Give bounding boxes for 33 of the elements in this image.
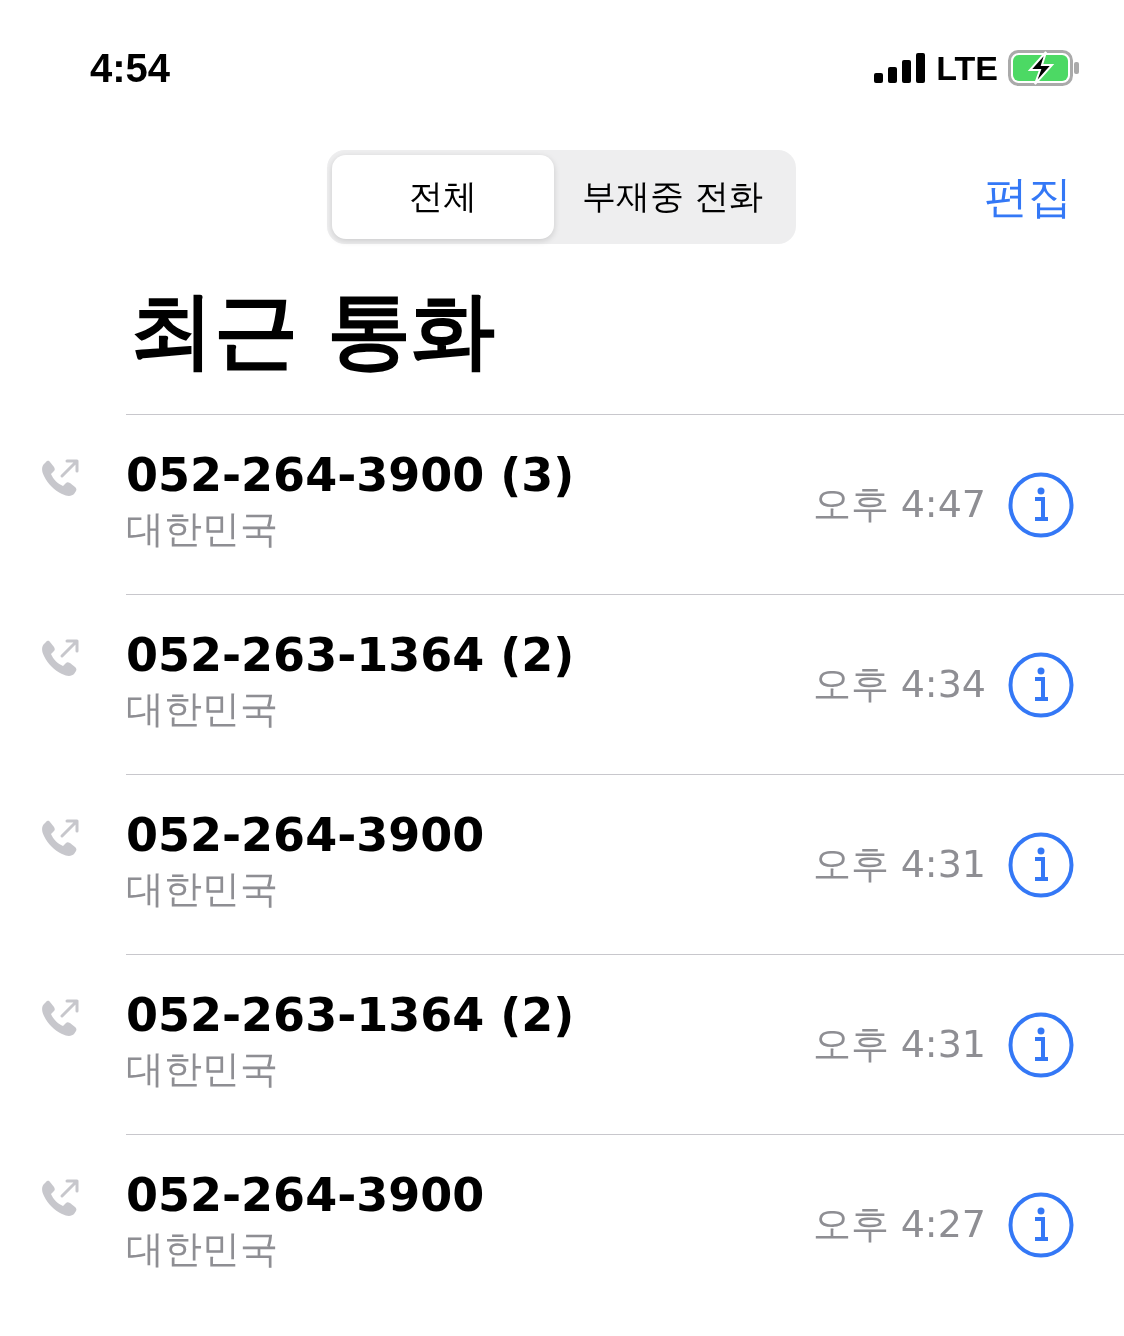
info-icon[interactable] [1008, 651, 1074, 718]
call-time: 오후 4:47 [812, 481, 986, 528]
caller-number: 052-264-3900 [126, 808, 486, 862]
outgoing-call-icon [40, 1178, 82, 1218]
status-time: 4:54 [90, 45, 171, 91]
edit-button[interactable]: 편집 [984, 167, 1072, 227]
outgoing-call-icon [40, 458, 82, 498]
call-time: 오후 4:31 [812, 1021, 986, 1068]
call-time: 오후 4:31 [812, 841, 986, 888]
battery-charging-icon [1008, 50, 1080, 86]
caller-number: 052-263-1364 (2) [126, 988, 576, 1042]
caller-location: 대한민국 [126, 1226, 279, 1273]
outgoing-call-icon [40, 998, 82, 1038]
segment-tab[interactable]: 전체 [332, 155, 554, 239]
outgoing-call-icon [40, 818, 82, 858]
info-icon[interactable] [1008, 831, 1074, 898]
info-icon[interactable] [1008, 1191, 1074, 1258]
caller-number: 052-264-3900 (3) [126, 448, 576, 502]
caller-location: 대한민국 [126, 686, 279, 733]
call-time: 오후 4:34 [812, 661, 986, 708]
caller-number: 052-263-1364 (2) [126, 628, 576, 682]
outgoing-call-icon [40, 638, 82, 678]
caller-location: 대한민국 [126, 1046, 279, 1093]
signal-icon [874, 53, 927, 83]
info-icon[interactable] [1008, 471, 1074, 538]
call-time: 오후 4:27 [812, 1201, 986, 1248]
network-label: LTE [936, 48, 998, 88]
caller-location: 대한민국 [126, 866, 279, 913]
info-icon[interactable] [1008, 1011, 1074, 1078]
page-title: 최근 통화 [130, 282, 497, 378]
segment-tab[interactable]: 부재중 전화 [554, 155, 791, 239]
caller-location: 대한민국 [126, 506, 279, 553]
caller-number: 052-264-3900 [126, 1168, 486, 1222]
